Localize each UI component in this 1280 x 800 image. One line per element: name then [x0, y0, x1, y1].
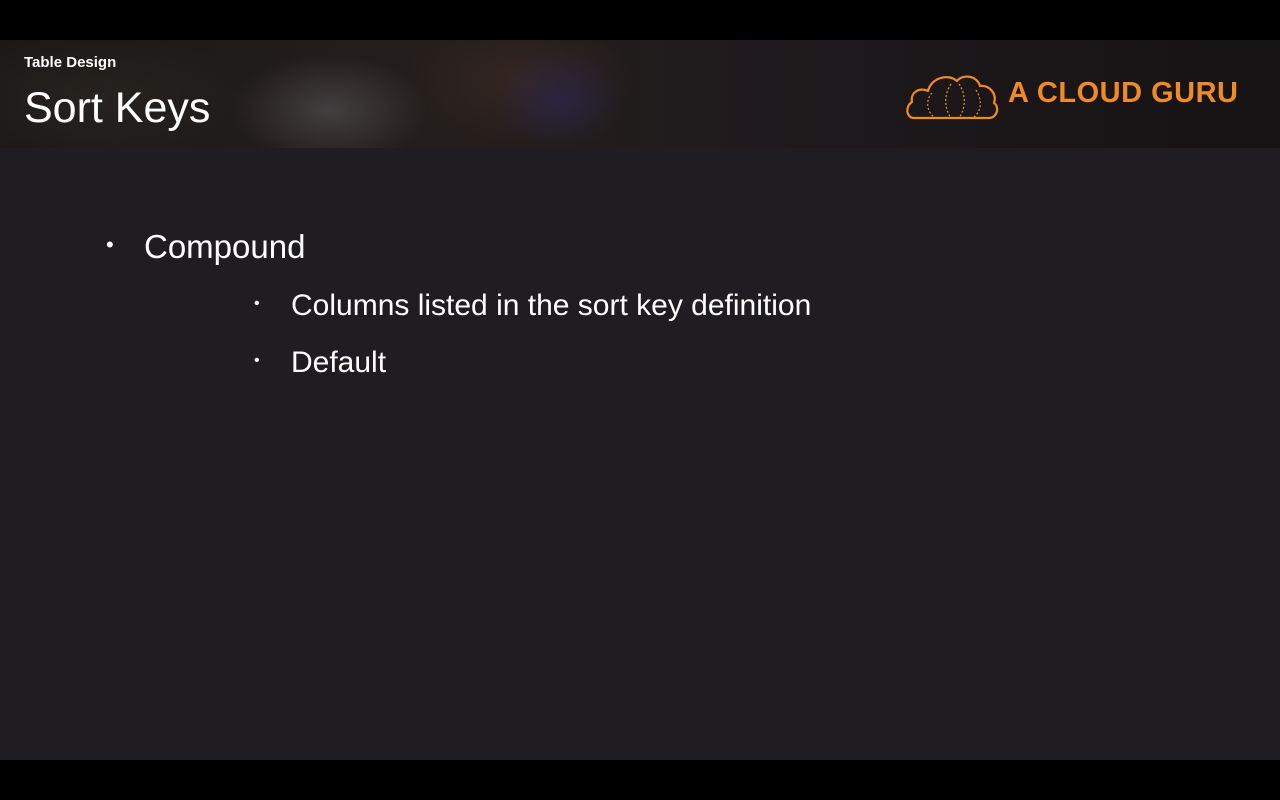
bullet-dot-icon: • [254, 295, 260, 312]
bullet-dot-icon: • [106, 232, 114, 257]
letterbox-top [0, 0, 1280, 40]
page-title: Sort Keys [24, 84, 211, 132]
slide-header: Table Design Sort Keys A CLOUD GURU [0, 40, 1280, 148]
cloud-icon [906, 75, 999, 120]
bullet-dot-icon: • [254, 352, 260, 369]
slide: Table Design Sort Keys A CLOUD GURU • Co… [0, 40, 1280, 760]
logo: A CLOUD GURU [904, 66, 1244, 122]
bullet-label: Compound [144, 228, 306, 265]
sub-bullet-label: Default [291, 346, 387, 379]
sub-bullet-label: Columns listed in the sort key definitio… [291, 289, 812, 322]
section-label: Table Design [24, 54, 117, 71]
logo-wordmark: A CLOUD GURU [1008, 77, 1239, 109]
letterbox-bottom [0, 760, 1280, 800]
